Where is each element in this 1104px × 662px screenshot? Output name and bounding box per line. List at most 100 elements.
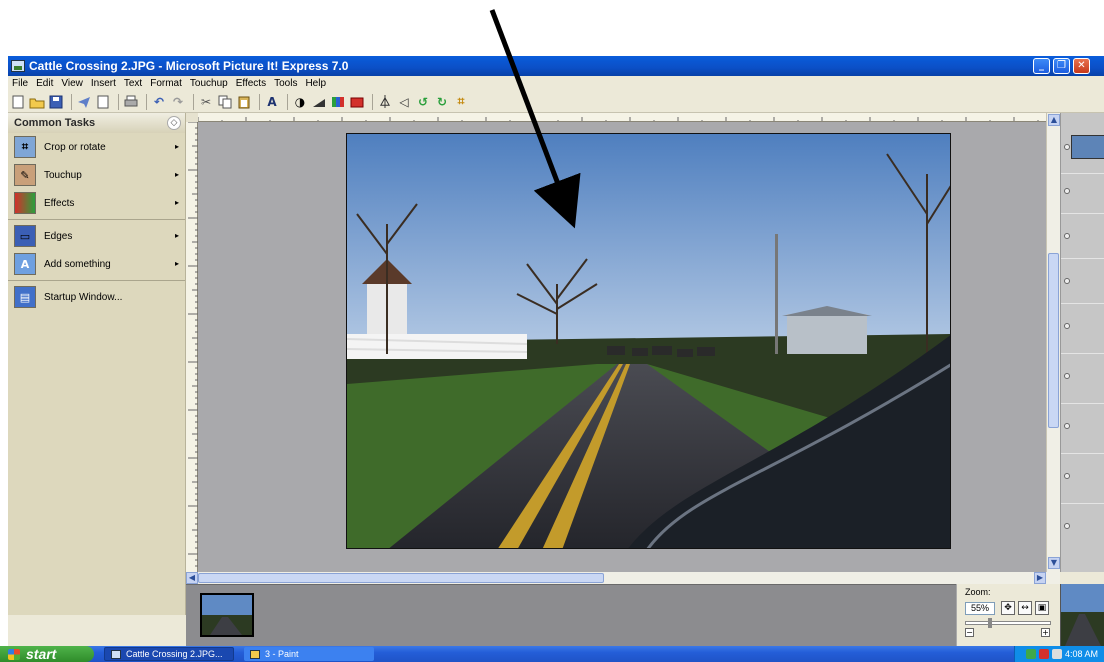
minimize-button[interactable]: _ — [1033, 58, 1050, 74]
task-divider — [8, 219, 185, 220]
scroll-up-icon[interactable]: ▲ — [1048, 114, 1060, 126]
task-add-something[interactable]: A Add something ▸ — [8, 250, 185, 278]
task-label: Effects — [44, 197, 75, 209]
volume-icon[interactable] — [1051, 649, 1062, 659]
new-icon[interactable] — [10, 94, 26, 110]
zoom-slider-knob[interactable] — [988, 618, 992, 628]
zoom-out-icon[interactable]: − — [965, 628, 974, 637]
zoom-in-icon[interactable]: + — [1041, 628, 1050, 637]
task-label: Startup Window... — [44, 291, 123, 303]
undo-icon[interactable]: ↶ — [151, 94, 167, 110]
strip-divider — [1061, 353, 1104, 354]
send-icon[interactable] — [76, 94, 92, 110]
redo-icon[interactable]: ↷ — [170, 94, 186, 110]
scroll-right-icon[interactable]: ▶ — [1034, 572, 1046, 584]
horizontal-scrollbar[interactable]: ◀ ▶ — [186, 572, 1060, 584]
clock: 4:08 AM — [1064, 649, 1098, 659]
task-edges[interactable]: ▭ Edges ▸ — [8, 222, 185, 250]
text-icon[interactable]: A — [264, 94, 280, 110]
rotate-right-icon[interactable]: ↻ — [434, 94, 450, 110]
red-eye-icon[interactable] — [349, 94, 365, 110]
print-icon[interactable] — [123, 94, 139, 110]
radio-icon[interactable] — [1064, 473, 1070, 479]
photo-cattle-crossing[interactable] — [346, 133, 951, 549]
right-strip-thumbnail[interactable] — [1071, 135, 1104, 159]
menu-tools[interactable]: Tools — [270, 78, 301, 89]
task-touchup[interactable]: ✎ Touchup ▸ — [8, 161, 185, 189]
copy-icon[interactable] — [217, 94, 233, 110]
vertical-scroll-thumb[interactable] — [1048, 253, 1059, 428]
radio-icon[interactable] — [1064, 423, 1070, 429]
menu-effects[interactable]: Effects — [232, 78, 270, 89]
menu-insert[interactable]: Insert — [87, 78, 120, 89]
taskbar-app-label: Cattle Crossing 2.JPG... — [126, 649, 223, 659]
submenu-arrow-icon: ▸ — [174, 170, 179, 179]
pan-icon[interactable]: ✥ — [1001, 601, 1015, 615]
app-window: Cattle Crossing 2.JPG - Microsoft Pictur… — [8, 56, 1104, 646]
save-icon[interactable] — [48, 94, 64, 110]
toolbar-separator — [259, 93, 260, 110]
right-thumbnail-strip — [1060, 113, 1104, 572]
menu-help[interactable]: Help — [301, 78, 330, 89]
rotate-left-icon[interactable]: ↺ — [415, 94, 431, 110]
brightness-icon[interactable] — [311, 94, 327, 110]
color-icon[interactable] — [330, 94, 346, 110]
radio-icon[interactable] — [1064, 233, 1070, 239]
task-label: Add something — [44, 258, 111, 270]
radio-icon[interactable] — [1064, 278, 1070, 284]
radio-icon[interactable] — [1064, 188, 1070, 194]
menu-edit[interactable]: Edit — [32, 78, 57, 89]
flip-icon[interactable]: ⏃ — [377, 94, 393, 110]
windows-logo-icon — [8, 648, 20, 660]
menu-touchup[interactable]: Touchup — [186, 78, 232, 89]
fit-page-icon[interactable]: ▣ — [1035, 601, 1049, 615]
system-tray: 4:08 AM — [1014, 646, 1104, 662]
radio-icon[interactable] — [1064, 523, 1070, 529]
task-effects[interactable]: Effects ▸ — [8, 189, 185, 217]
menu-format[interactable]: Format — [146, 78, 186, 89]
touchup-icon: ✎ — [14, 164, 36, 186]
straighten-icon[interactable]: ⌗ — [453, 94, 469, 110]
task-startup-window[interactable]: ▤ Startup Window... — [8, 283, 185, 311]
strip-divider — [1061, 303, 1104, 304]
scroll-left-icon[interactable]: ◀ — [186, 572, 198, 584]
horizontal-scroll-thumb[interactable] — [198, 573, 604, 583]
network-icon[interactable] — [1025, 649, 1036, 659]
toolbar-separator — [193, 93, 194, 110]
radio-icon[interactable] — [1064, 323, 1070, 329]
task-crop-rotate[interactable]: ⌗ Crop or rotate ▸ — [8, 133, 185, 161]
close-button[interactable]: ✕ — [1073, 58, 1090, 74]
start-button[interactable]: start — [0, 646, 94, 662]
ruler-corner — [186, 113, 198, 122]
scroll-down-icon[interactable]: ▼ — [1048, 557, 1060, 569]
mirror-icon[interactable]: ◁ — [396, 94, 412, 110]
fit-width-icon[interactable]: ↔ — [1018, 601, 1032, 615]
contrast-icon[interactable]: ◑ — [292, 94, 308, 110]
open-icon[interactable] — [29, 94, 45, 110]
editing-canvas[interactable] — [198, 122, 1046, 572]
strip-divider — [1061, 503, 1104, 504]
menu-view[interactable]: View — [57, 78, 87, 89]
print-preview-icon[interactable] — [95, 94, 111, 110]
toolbar-separator — [372, 93, 373, 110]
radio-icon[interactable] — [1064, 144, 1070, 150]
paste-icon[interactable] — [236, 94, 252, 110]
menu-text[interactable]: Text — [120, 78, 146, 89]
zoom-slider[interactable] — [965, 618, 1051, 628]
toolbar-separator — [71, 93, 72, 110]
maximize-button[interactable]: ❐ — [1053, 58, 1070, 74]
film-strip-thumbnail[interactable] — [200, 593, 254, 637]
submenu-arrow-icon: ▸ — [174, 259, 179, 268]
title-bar[interactable]: Cattle Crossing 2.JPG - Microsoft Pictur… — [8, 56, 1104, 76]
add-something-icon: A — [14, 253, 36, 275]
menu-file[interactable]: File — [8, 78, 32, 89]
zoom-level-field[interactable]: 55% — [965, 602, 995, 615]
radio-icon[interactable] — [1064, 373, 1070, 379]
vertical-ruler — [186, 121, 198, 572]
taskbar-app-picture-it[interactable]: Cattle Crossing 2.JPG... — [104, 647, 234, 661]
security-icon[interactable] — [1038, 649, 1049, 659]
collapse-icon[interactable]: ◇ — [167, 116, 181, 130]
taskbar-app-paint[interactable]: 3 - Paint — [244, 647, 374, 661]
cut-icon[interactable]: ✂ — [198, 94, 214, 110]
vertical-scrollbar[interactable]: ▲ ▼ — [1046, 113, 1060, 572]
